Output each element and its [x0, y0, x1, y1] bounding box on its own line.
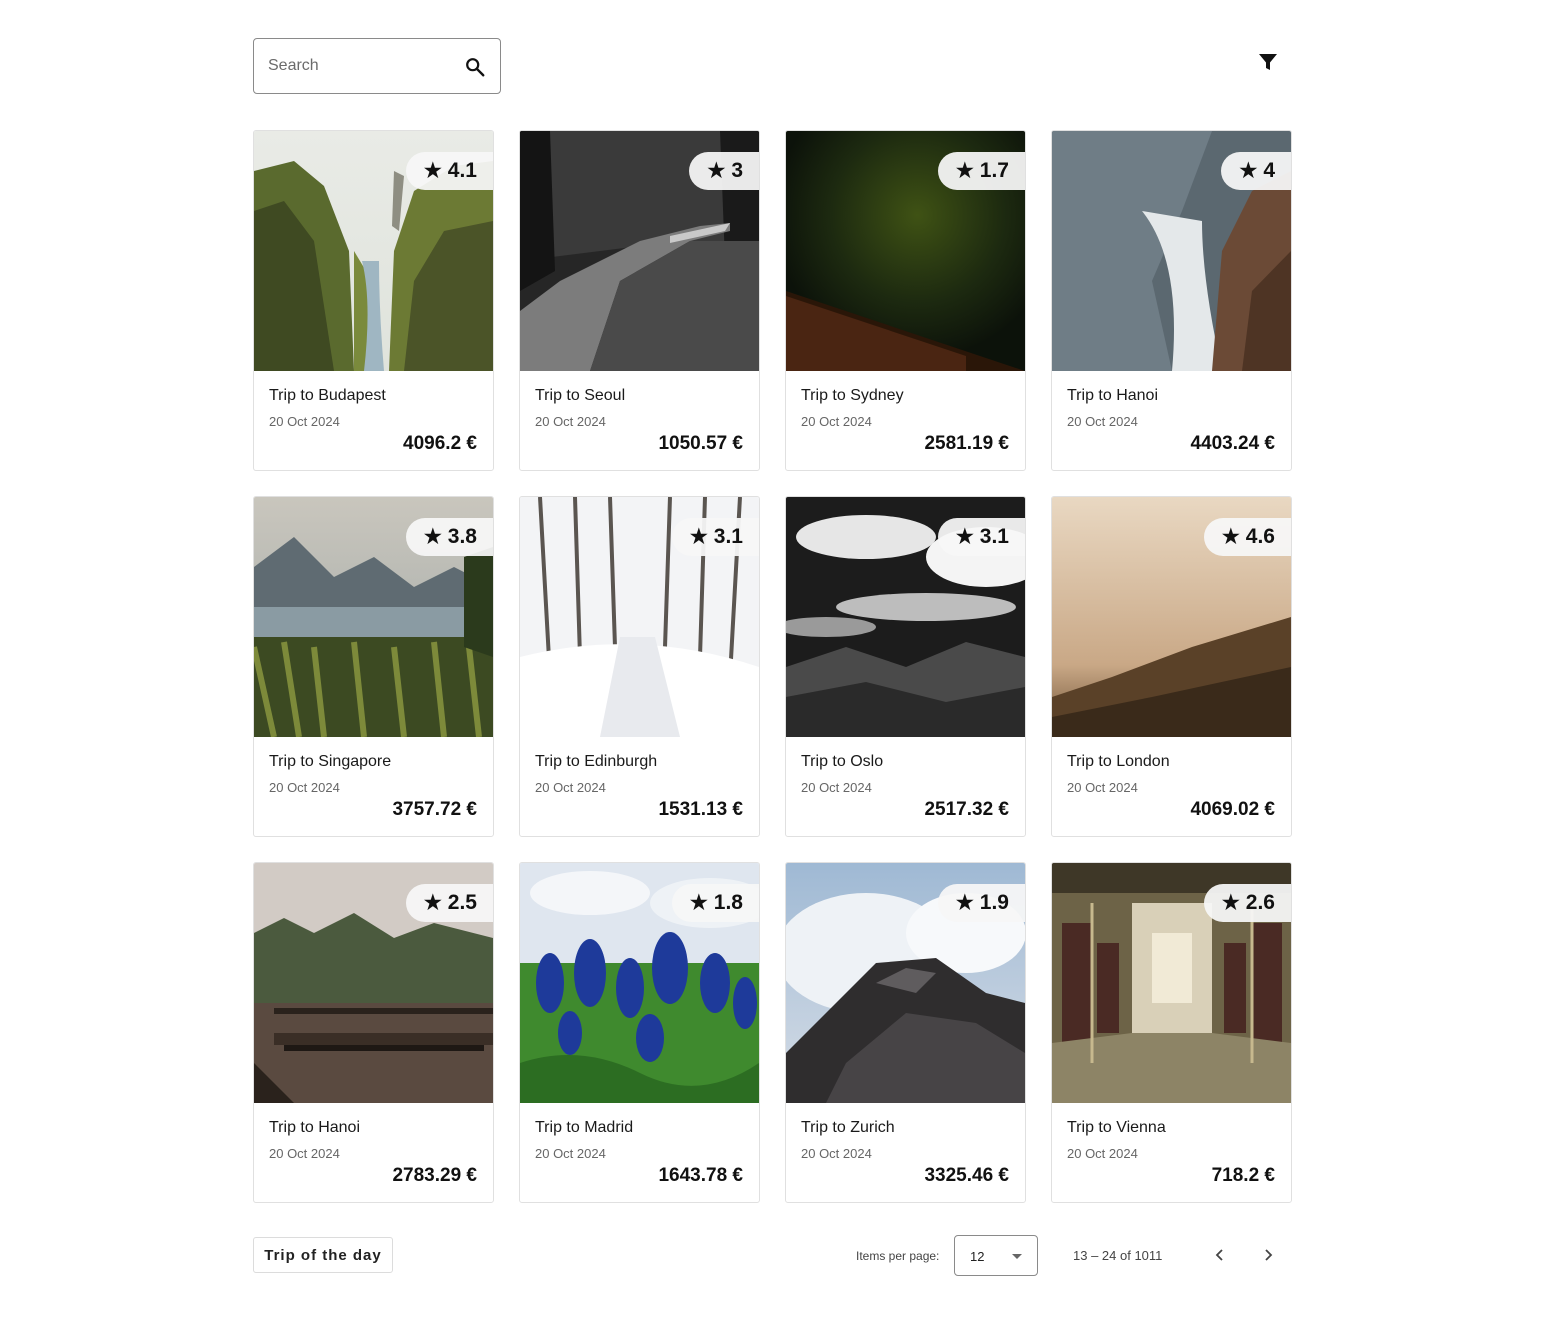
search-input[interactable]: [268, 39, 458, 93]
trip-price: 1531.13 €: [658, 799, 743, 820]
star-icon: ★: [707, 160, 726, 182]
trip-title: Trip to Zurich: [801, 1119, 895, 1136]
trip-date: 20 Oct 2024: [1067, 414, 1138, 429]
trip-title: Trip to London: [1067, 753, 1170, 770]
trip-price: 1643.78 €: [658, 1165, 743, 1186]
rating-value: 3.8: [447, 525, 477, 548]
star-icon: ★: [955, 160, 974, 182]
star-icon: ★: [1239, 160, 1258, 182]
pagination-range: 13 – 24 of 1011: [1073, 1248, 1163, 1263]
star-icon: ★: [423, 526, 442, 548]
trip-date: 20 Oct 2024: [801, 1146, 872, 1161]
rating-badge: ★ 4.6: [1203, 518, 1291, 556]
trip-card[interactable]: ★ 3.1 Trip to Edinburgh 20 Oct 2024 1531.…: [519, 496, 760, 837]
chevron-left-icon: [1215, 1249, 1223, 1261]
trip-title: Trip to Singapore: [269, 753, 392, 770]
trip-card[interactable]: ★ 4 Trip to Hanoi 20 Oct 2024 4403.24 €: [1051, 130, 1292, 471]
trip-title: Trip to Oslo: [801, 753, 884, 770]
star-icon: ★: [423, 892, 442, 914]
trip-card[interactable]: ★ 2.5 Trip to Hanoi 20 Oct 2024 2783.29 €: [253, 862, 494, 1203]
next-page-button[interactable]: [1255, 1242, 1281, 1268]
trip-card[interactable]: ★ 2.6 Trip to Vienna 20 Oct 2024 718.2 €: [1051, 862, 1292, 1203]
trip-title: Trip to Budapest: [269, 387, 386, 404]
trip-price: 4403.24 €: [1190, 433, 1275, 454]
trip-title: Trip to Hanoi: [1067, 387, 1158, 404]
trip-price: 718.2 €: [1211, 1165, 1275, 1186]
star-icon: ★: [955, 892, 974, 914]
trip-card[interactable]: ★ 3.1 Trip to Oslo 20 Oct 2024 2517.32 €: [785, 496, 1026, 837]
chevron-right-icon: [1265, 1249, 1273, 1261]
previous-page-button[interactable]: [1207, 1242, 1233, 1268]
trip-title: Trip to Edinburgh: [535, 753, 658, 770]
trip-title: Trip to Madrid: [535, 1119, 634, 1136]
trip-title: Trip to Hanoi: [269, 1119, 360, 1136]
trip-title: Trip to Vienna: [1067, 1119, 1166, 1136]
trip-date: 20 Oct 2024: [1067, 780, 1138, 795]
rating-value: 1.9: [979, 891, 1009, 914]
trip-card[interactable]: ★ 1.8 Trip to Madrid 20 Oct 2024 1643.78 …: [519, 862, 760, 1203]
trip-date: 20 Oct 2024: [1067, 1146, 1138, 1161]
rating-badge: ★ 4.1: [405, 152, 493, 190]
trip-date: 20 Oct 2024: [801, 414, 872, 429]
star-icon: ★: [689, 526, 708, 548]
trip-date: 20 Oct 2024: [269, 780, 340, 795]
star-icon: ★: [423, 160, 442, 182]
trip-price: 4096.2 €: [403, 433, 477, 454]
trip-price: 4069.02 €: [1190, 799, 1275, 820]
trip-price: 2581.19 €: [924, 433, 1009, 454]
rating-value: 1.7: [979, 159, 1009, 182]
rating-badge: ★ 2.6: [1203, 884, 1291, 922]
trip-price: 3757.72 €: [392, 799, 477, 820]
rating-value: 4: [1263, 159, 1275, 182]
trip-card[interactable]: ★ 1.9 Trip to Zurich 20 Oct 2024 3325.46 …: [785, 862, 1026, 1203]
rating-badge: ★ 1.8: [671, 884, 759, 922]
trip-title: Trip to Sydney: [801, 387, 904, 404]
rating-value: 2.5: [447, 891, 477, 914]
rating-badge: ★ 3.1: [937, 518, 1025, 556]
trip-price: 2783.29 €: [392, 1165, 477, 1186]
rating-badge: ★ 1.9: [937, 884, 1025, 922]
rating-badge: ★ 3.1: [671, 518, 759, 556]
rating-value: 3.1: [979, 525, 1009, 548]
trip-date: 20 Oct 2024: [269, 1146, 340, 1161]
rating-badge: ★ 2.5: [405, 884, 493, 922]
search-icon[interactable]: [464, 56, 486, 78]
rating-badge: ★ 1.7: [937, 152, 1025, 190]
star-icon: ★: [689, 892, 708, 914]
trip-title: Trip to Seoul: [535, 387, 626, 404]
trip-date: 20 Oct 2024: [535, 780, 606, 795]
star-icon: ★: [955, 526, 974, 548]
rating-value: 2.6: [1245, 891, 1275, 914]
trip-card[interactable]: ★ 4.1 Trip to Budapest 20 Oct 2024 4096.2…: [253, 130, 494, 471]
rating-badge: ★ 3.8: [405, 518, 493, 556]
trip-card[interactable]: ★ 3.8 Trip to Singapore 20 Oct 2024 3757.…: [253, 496, 494, 837]
filter-icon[interactable]: [1256, 50, 1280, 74]
rating-value: 4.6: [1245, 525, 1275, 548]
trip-date: 20 Oct 2024: [535, 1146, 606, 1161]
trip-date: 20 Oct 2024: [535, 414, 606, 429]
trip-card[interactable]: ★ 1.7 Trip to Sydney 20 Oct 2024 2581.19 …: [785, 130, 1026, 471]
trip-price: 2517.32 €: [924, 799, 1009, 820]
rating-badge: ★ 4: [1221, 152, 1291, 190]
trip-date: 20 Oct 2024: [801, 780, 872, 795]
rating-value: 1.8: [713, 891, 743, 914]
star-icon: ★: [1221, 526, 1240, 548]
trip-date: 20 Oct 2024: [269, 414, 340, 429]
items-per-page-select[interactable]: 12: [954, 1235, 1038, 1276]
trip-of-the-day-button[interactable]: Trip of the day: [253, 1237, 393, 1273]
rating-value: 3.1: [713, 525, 743, 548]
trip-grid: ★ 4.1 Trip to Budapest 20 Oct 2024 4096.2…: [253, 130, 1293, 1203]
trip-card[interactable]: ★ 3 Trip to Seoul 20 Oct 2024 1050.57 €: [519, 130, 760, 471]
trip-price: 1050.57 €: [658, 433, 743, 454]
items-per-page-label: Items per page:: [856, 1249, 940, 1263]
rating-value: 3: [731, 159, 743, 182]
search-field[interactable]: [253, 38, 501, 94]
rating-value: 4.1: [447, 159, 477, 182]
items-per-page-value: 12: [970, 1249, 985, 1264]
star-icon: ★: [1221, 892, 1240, 914]
dropdown-arrow-icon: [1012, 1254, 1022, 1259]
rating-badge: ★ 3: [689, 152, 759, 190]
trip-card[interactable]: ★ 4.6 Trip to London 20 Oct 2024 4069.02 …: [1051, 496, 1292, 837]
trip-price: 3325.46 €: [924, 1165, 1009, 1186]
